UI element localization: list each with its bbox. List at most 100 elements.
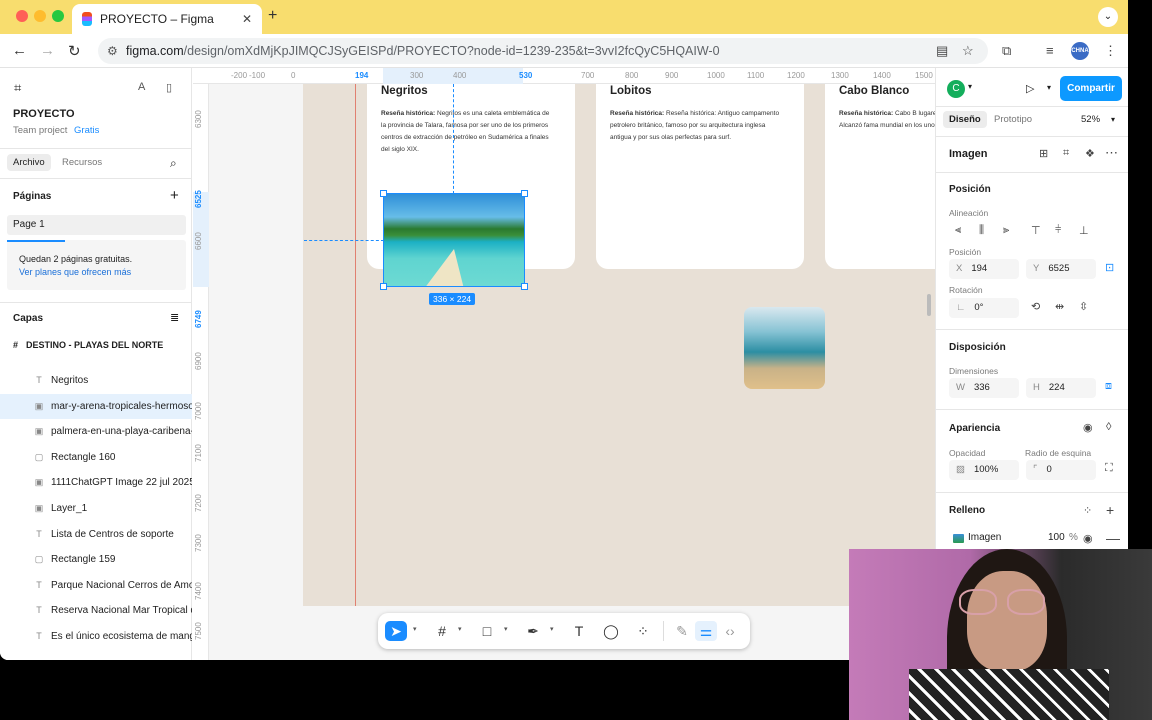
user-avatar[interactable]: C: [947, 80, 965, 98]
visibility-eye-icon[interactable]: ◉: [1083, 421, 1093, 434]
layer-item[interactable]: ▢ Rectangle 160: [0, 445, 192, 470]
individual-corners-icon[interactable]: ⛶: [1105, 462, 1113, 475]
align-top-icon[interactable]: ⊤: [1031, 224, 1041, 237]
tab-archivo[interactable]: Archivo: [7, 154, 51, 171]
chevron-down-icon[interactable]: ▾: [413, 625, 417, 633]
pen-tool-icon[interactable]: ✒: [522, 621, 544, 641]
add-page-icon[interactable]: +: [170, 187, 179, 204]
extensions-icon[interactable]: ⧉: [1002, 43, 1011, 59]
layer-item[interactable]: ▣ 1111ChatGPT Image 22 jul 2025, 0: [0, 470, 192, 495]
layer-item[interactable]: T Negritos: [0, 368, 192, 393]
browser-menu-icon[interactable]: ⋮: [1104, 43, 1117, 59]
share-button[interactable]: Compartir: [1060, 76, 1122, 101]
new-tab-button[interactable]: +: [268, 7, 277, 25]
tab-design[interactable]: Diseño: [943, 111, 987, 128]
close-window-button[interactable]: [16, 10, 28, 22]
forward-arrow-icon[interactable]: →: [40, 42, 55, 59]
resize-handle[interactable]: [521, 283, 528, 290]
plan-badge[interactable]: Gratis: [74, 125, 99, 136]
align-center-icon[interactable]: ⫼: [979, 224, 984, 237]
figma-menu-icon[interactable]: ⌗: [14, 80, 21, 96]
frame-layer-name[interactable]: DESTINO - PLAYAS DEL NORTE: [26, 340, 163, 350]
layer-item[interactable]: ▢ Rectangle 159: [0, 547, 192, 572]
resize-handle[interactable]: [380, 190, 387, 197]
page-info-icon[interactable]: ▤: [936, 43, 948, 59]
destino-frame[interactable]: Negritos Reseña histórica: Negritos es u…: [303, 84, 935, 606]
opacity-field[interactable]: ▨ 100%: [949, 460, 1019, 480]
present-play-icon[interactable]: ▷: [1026, 82, 1034, 95]
corner-radius-field[interactable]: ⌜ 0: [1026, 460, 1096, 480]
align-right-icon[interactable]: ⫸: [1003, 224, 1009, 237]
chevron-down-icon[interactable]: ▾: [458, 625, 462, 633]
add-fill-icon[interactable]: +: [1106, 502, 1114, 518]
upgrade-link[interactable]: Ver planes que ofrecen más: [19, 267, 131, 277]
search-icon[interactable]: ⌕: [170, 156, 177, 171]
fill-visibility-eye-icon[interactable]: ◉: [1083, 532, 1093, 545]
move-tool-icon[interactable]: ➤: [385, 621, 407, 641]
fill-image-swatch-icon[interactable]: [953, 534, 964, 543]
font-icon[interactable]: A: [138, 81, 145, 93]
canvas-scrollbar[interactable]: [927, 294, 931, 316]
layer-item[interactable]: ▣ Layer_1: [0, 496, 192, 521]
frame-tool-icon[interactable]: #: [431, 621, 453, 641]
layer-item[interactable]: T Es el único ecosistema de mangla: [0, 624, 192, 649]
width-field[interactable]: W 336: [949, 378, 1019, 398]
tab-recursos[interactable]: Recursos: [62, 157, 102, 168]
comment-tool-icon[interactable]: ◯: [600, 621, 622, 641]
crop-icon[interactable]: ⌗: [1063, 147, 1069, 160]
draw-mode-icon[interactable]: ✎: [671, 621, 693, 641]
rotation-field[interactable]: ∟ 0°: [949, 298, 1019, 318]
profile-avatar[interactable]: CHNA: [1071, 42, 1089, 60]
site-settings-icon[interactable]: ⚙: [107, 38, 118, 64]
back-arrow-icon[interactable]: ←: [12, 42, 27, 59]
remove-fill-icon[interactable]: —: [1106, 530, 1120, 546]
align-bottom-icon[interactable]: ⊥: [1079, 224, 1089, 237]
flip-horizontal-icon[interactable]: ⇹: [1055, 300, 1064, 313]
chevron-down-icon[interactable]: ▾: [1047, 83, 1051, 92]
layers-collapse-icon[interactable]: ≣: [170, 311, 179, 324]
aspect-ratio-icon[interactable]: ⧈: [1105, 380, 1112, 393]
tab-prototype[interactable]: Prototipo: [994, 114, 1032, 125]
card-lobitos[interactable]: Lobitos Reseña histórica: Reseña históri…: [596, 84, 804, 269]
resize-handle[interactable]: [521, 190, 528, 197]
layer-item[interactable]: T Lista de Centros de soporte: [0, 522, 192, 547]
browser-tab[interactable]: PROYECTO – Figma ✕: [72, 4, 262, 34]
sidebar-toggle-icon[interactable]: ▯: [166, 81, 172, 94]
palm-beach-image[interactable]: [744, 307, 825, 389]
y-field[interactable]: Y 6525: [1026, 259, 1096, 279]
rotate-icon[interactable]: ⟲: [1031, 300, 1040, 313]
height-field[interactable]: H 224: [1026, 378, 1096, 398]
rectangle-tool-icon[interactable]: □: [476, 621, 498, 641]
zoom-level[interactable]: 52%: [1081, 114, 1100, 125]
align-middle-icon[interactable]: ⫩: [1055, 224, 1061, 237]
resize-handle[interactable]: [380, 283, 387, 290]
layer-item[interactable]: ▣ mar-y-arena-tropicales-hermosos: [0, 393, 192, 419]
align-left-icon[interactable]: ⫷: [955, 224, 961, 237]
bookmark-star-icon[interactable]: ☆: [962, 43, 974, 59]
design-mode-icon[interactable]: ⚌: [695, 621, 717, 641]
chevron-down-icon[interactable]: ▾: [1111, 115, 1115, 124]
media-control-icon[interactable]: ≡: [1046, 43, 1054, 58]
tab-close-icon[interactable]: ✕: [242, 12, 252, 26]
layer-item[interactable]: T Reserva Nacional Mar Tropical de: [0, 598, 192, 623]
component-icon[interactable]: ❖: [1085, 147, 1095, 160]
page-item-1[interactable]: Page 1: [7, 215, 186, 235]
layer-item[interactable]: T Parque Nacional Cerros de Amota: [0, 573, 192, 598]
fill-opacity[interactable]: 100: [1048, 532, 1065, 543]
grid-icon[interactable]: ⊞: [1039, 147, 1048, 160]
maximize-window-button[interactable]: [52, 10, 64, 22]
reload-icon[interactable]: ↻: [68, 42, 81, 60]
x-field[interactable]: X 194: [949, 259, 1019, 279]
text-tool-icon[interactable]: T: [568, 621, 590, 641]
fill-type[interactable]: Imagen: [968, 532, 1001, 543]
more-icon[interactable]: ⋯: [1105, 145, 1118, 161]
project-title[interactable]: PROYECTO: [13, 108, 75, 120]
blend-mode-icon[interactable]: ◊: [1106, 421, 1111, 433]
chevron-down-icon[interactable]: ▾: [504, 625, 508, 633]
minimize-window-button[interactable]: [34, 10, 46, 22]
address-bar[interactable]: ⚙ figma.com/design/omXdMjKpJIMQCJSyGEISP…: [98, 38, 988, 64]
selected-beach-image[interactable]: [383, 193, 525, 287]
layer-item[interactable]: ▣ palmera-en-una-playa-caribena-c: [0, 419, 192, 444]
card-cabo-blanco[interactable]: Cabo Blanco Reseña histórica: Cabo B lug…: [825, 84, 935, 269]
dev-mode-icon[interactable]: ‹›: [719, 621, 741, 641]
